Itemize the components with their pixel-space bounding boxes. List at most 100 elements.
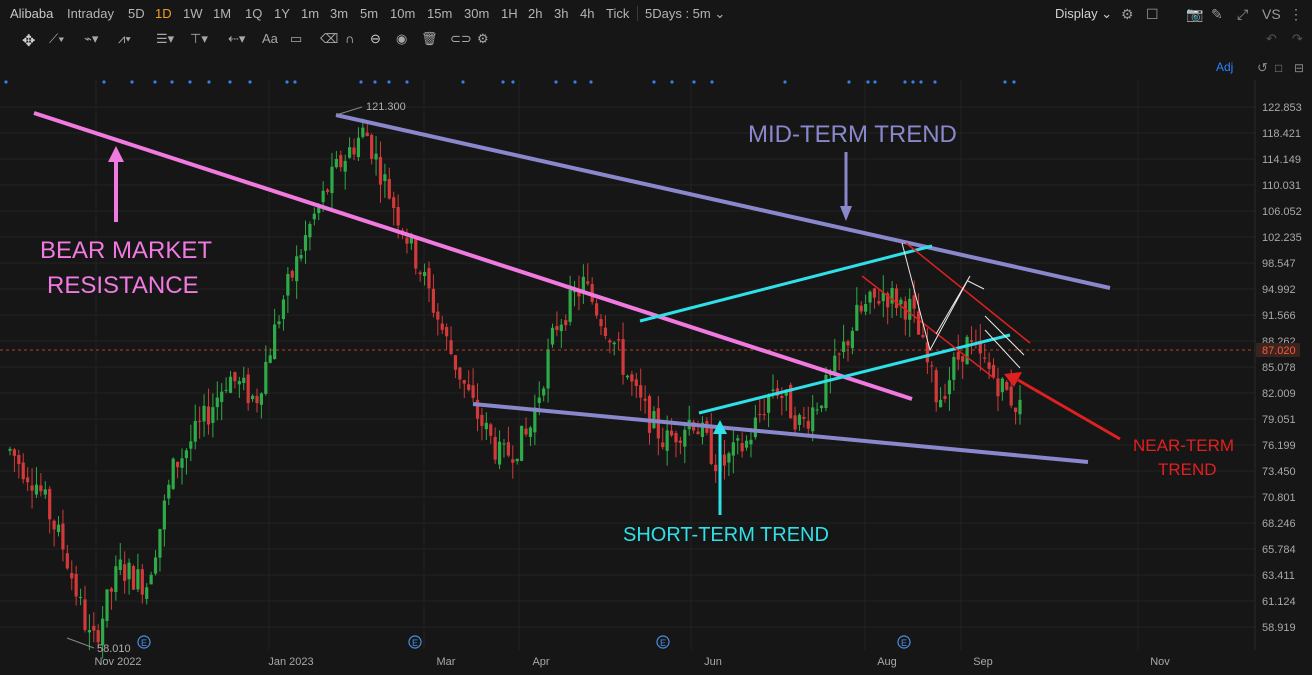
event-dot bbox=[207, 80, 211, 84]
symbol-name[interactable]: Alibaba bbox=[10, 6, 53, 21]
candle-body bbox=[171, 458, 175, 489]
settings-gear-icon[interactable]: ⚙ bbox=[1121, 6, 1134, 23]
candle-body bbox=[268, 355, 272, 363]
candle-body bbox=[295, 256, 299, 282]
candle-body bbox=[736, 438, 740, 441]
candle-body bbox=[524, 428, 528, 435]
trendline-tool-icon[interactable]: ⟋▾ bbox=[49, 31, 64, 47]
timeframe-3h[interactable]: 3h bbox=[554, 6, 568, 21]
candle-body bbox=[991, 364, 996, 378]
candle-body bbox=[528, 427, 533, 437]
timeframe-1y[interactable]: 1Y bbox=[274, 6, 290, 21]
candle-body bbox=[625, 375, 630, 378]
event-letter: E bbox=[412, 638, 418, 648]
compare-vs-button[interactable]: VS bbox=[1262, 6, 1281, 22]
timeframe-1w[interactable]: 1W bbox=[183, 6, 203, 21]
wave-tool-icon[interactable]: ⩘▾ bbox=[118, 31, 131, 47]
trash-icon[interactable]: 🗑 bbox=[421, 31, 438, 47]
candle-body bbox=[211, 407, 215, 423]
timeframe-tick[interactable]: Tick bbox=[606, 6, 629, 21]
timeframe-5d[interactable]: 5D bbox=[128, 6, 145, 21]
range-select[interactable]: 5Days : 5m ⌄ bbox=[645, 6, 725, 22]
candle-body bbox=[34, 484, 39, 495]
candle-body bbox=[273, 324, 277, 360]
timeframe-30min[interactable]: 30m bbox=[464, 6, 489, 21]
candle-body bbox=[683, 429, 687, 447]
candle-body bbox=[365, 132, 369, 137]
lock-drawing-icon[interactable]: ⊖ bbox=[370, 31, 381, 47]
text-tool-icon[interactable]: Aa bbox=[262, 31, 278, 46]
candle-body bbox=[758, 413, 762, 415]
note-tool-icon[interactable]: ▭ bbox=[290, 31, 302, 47]
candle-body bbox=[356, 137, 361, 158]
candle-body bbox=[744, 440, 749, 448]
link-icon[interactable]: ⊂⊃ bbox=[450, 31, 472, 47]
candle-body bbox=[215, 397, 219, 408]
price-chart[interactable]: 121.300 58.010 BEAR MARKET RESISTANCE MI… bbox=[0, 55, 1312, 675]
timeframe-3min[interactable]: 3m bbox=[330, 6, 348, 21]
timeframe-intraday[interactable]: Intraday bbox=[67, 6, 114, 21]
undo-icon[interactable]: ↶ bbox=[1266, 31, 1277, 47]
candle-body bbox=[299, 254, 303, 259]
event-dot bbox=[387, 80, 391, 84]
candle-body bbox=[193, 420, 197, 442]
y-tick-label: 70.801 bbox=[1262, 492, 1296, 504]
y-tick-label: 63.411 bbox=[1262, 570, 1295, 582]
camera-icon[interactable]: 📷 bbox=[1186, 6, 1203, 23]
visibility-eye-icon[interactable]: ◉ bbox=[396, 31, 407, 47]
event-dot bbox=[933, 80, 937, 84]
timeframe-4h[interactable]: 4h bbox=[580, 6, 594, 21]
pencil-icon[interactable]: ✎ bbox=[1211, 6, 1223, 23]
crosshair-move-icon[interactable]: ✥ bbox=[22, 31, 35, 51]
timeframe-2h[interactable]: 2h bbox=[528, 6, 542, 21]
y-tick-label: 76.199 bbox=[1262, 440, 1296, 452]
more-icon[interactable]: ⋮ bbox=[1289, 6, 1303, 23]
candle-body bbox=[647, 395, 652, 433]
event-dot bbox=[248, 80, 252, 84]
candle-body bbox=[947, 380, 952, 395]
arrow-tool-icon[interactable]: ⇠▾ bbox=[228, 31, 245, 47]
candle-body bbox=[564, 320, 568, 326]
expand-icon[interactable]: □ bbox=[1275, 61, 1282, 75]
drawing-settings-icon[interactable]: ⚙ bbox=[477, 31, 489, 47]
layout-square-icon[interactable]: ☐ bbox=[1146, 6, 1159, 23]
event-dot bbox=[405, 80, 409, 84]
candle-body bbox=[78, 596, 83, 598]
timeframe-1m-month[interactable]: 1M bbox=[213, 6, 231, 21]
y-tick-label: 102.235 bbox=[1262, 232, 1302, 244]
candle-body bbox=[965, 336, 969, 365]
eraser-tool-icon[interactable]: ⌫ bbox=[320, 31, 338, 47]
candle-body bbox=[749, 439, 753, 445]
candle-body bbox=[502, 443, 506, 445]
timeframe-1q[interactable]: 1Q bbox=[245, 6, 262, 21]
candle-body bbox=[639, 385, 643, 398]
redo-icon[interactable]: ↷ bbox=[1292, 31, 1303, 47]
timeframe-1d[interactable]: 1D bbox=[155, 6, 172, 21]
display-dropdown[interactable]: Display ⌄ bbox=[1055, 6, 1112, 22]
candle-body bbox=[815, 409, 819, 411]
reset-icon[interactable]: ↺ bbox=[1257, 60, 1268, 75]
pattern-tool-icon[interactable]: ⌁▾ bbox=[84, 31, 98, 47]
candle-body bbox=[916, 311, 921, 335]
close-icon[interactable]: ⊟ bbox=[1294, 61, 1304, 75]
fibonacci-tool-icon[interactable]: ☰▾ bbox=[156, 31, 174, 47]
event-dot bbox=[873, 80, 877, 84]
timeframe-1h[interactable]: 1H bbox=[501, 6, 518, 21]
timeframe-15min[interactable]: 15m bbox=[427, 6, 452, 21]
fullscreen-icon[interactable]: ⤢ bbox=[1237, 6, 1248, 23]
candle-body bbox=[290, 270, 294, 278]
candle-body bbox=[140, 569, 144, 595]
candle-body bbox=[661, 442, 665, 448]
candle-body bbox=[608, 340, 612, 343]
timeframe-10min[interactable]: 10m bbox=[390, 6, 415, 21]
timeframe-5min[interactable]: 5m bbox=[360, 6, 378, 21]
y-tick-label: 61.124 bbox=[1262, 596, 1296, 608]
magnet-icon[interactable]: ∩ bbox=[345, 31, 354, 46]
candle-body bbox=[131, 565, 136, 590]
measure-tool-icon[interactable]: ⊤▾ bbox=[190, 31, 208, 47]
timeframe-1min[interactable]: 1m bbox=[301, 6, 319, 21]
candle-body bbox=[431, 288, 436, 313]
adj-toggle[interactable]: Adj bbox=[1216, 60, 1233, 74]
candle-body bbox=[520, 425, 524, 461]
candle-body bbox=[259, 393, 263, 405]
